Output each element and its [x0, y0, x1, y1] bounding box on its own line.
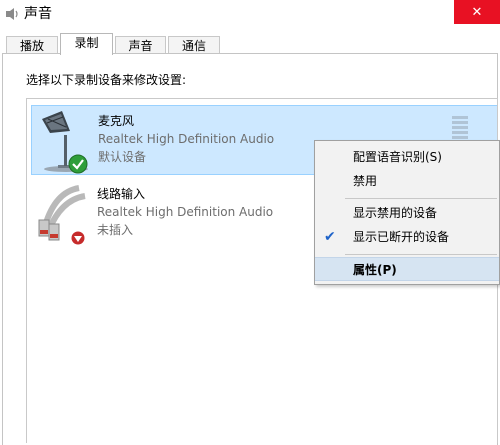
device-driver: Realtek High Definition Audio [97, 205, 274, 219]
tab-playback[interactable]: 播放 [6, 36, 58, 54]
close-button[interactable]: ✕ [454, 0, 500, 24]
instruction-text: 选择以下录制设备来修改设置: [26, 73, 187, 87]
unplugged-arrow-badge [71, 231, 85, 245]
device-driver: Realtek High Definition Audio [98, 132, 275, 146]
tab-recording[interactable]: 录制 [60, 33, 113, 55]
device-status: 未插入 [97, 223, 134, 237]
tab-strip: 播放 录制 声音 通信 [0, 28, 500, 55]
menu-separator [345, 254, 497, 255]
context-menu: 配置语音识别(S) 禁用 显示禁用的设备 ✔ 显示已断开的设备 属性(P) [314, 140, 500, 285]
menu-item-show-disabled[interactable]: 显示禁用的设备 [315, 201, 499, 225]
tab-sounds[interactable]: 声音 [115, 36, 166, 54]
title-bar: 声音 ✕ [0, 0, 500, 28]
speaker-icon [6, 8, 18, 20]
menu-item-show-disconnected[interactable]: ✔ 显示已断开的设备 [315, 225, 499, 249]
device-name: 线路输入 [97, 187, 146, 201]
menu-item-properties[interactable]: 属性(P) [315, 257, 499, 281]
device-status: 默认设备 [98, 150, 147, 164]
line-in-cable-icon [38, 185, 86, 241]
menu-item-configure-speech[interactable]: 配置语音识别(S) [315, 145, 499, 169]
default-check-badge [68, 154, 88, 174]
checkmark-icon: ✔ [324, 229, 336, 245]
device-name: 麦克风 [98, 114, 135, 128]
window-title: 声音 [24, 6, 52, 22]
tab-communications[interactable]: 通信 [168, 36, 220, 54]
menu-item-disable[interactable]: 禁用 [315, 169, 499, 193]
menu-separator [345, 198, 497, 199]
close-icon: ✕ [471, 4, 483, 20]
